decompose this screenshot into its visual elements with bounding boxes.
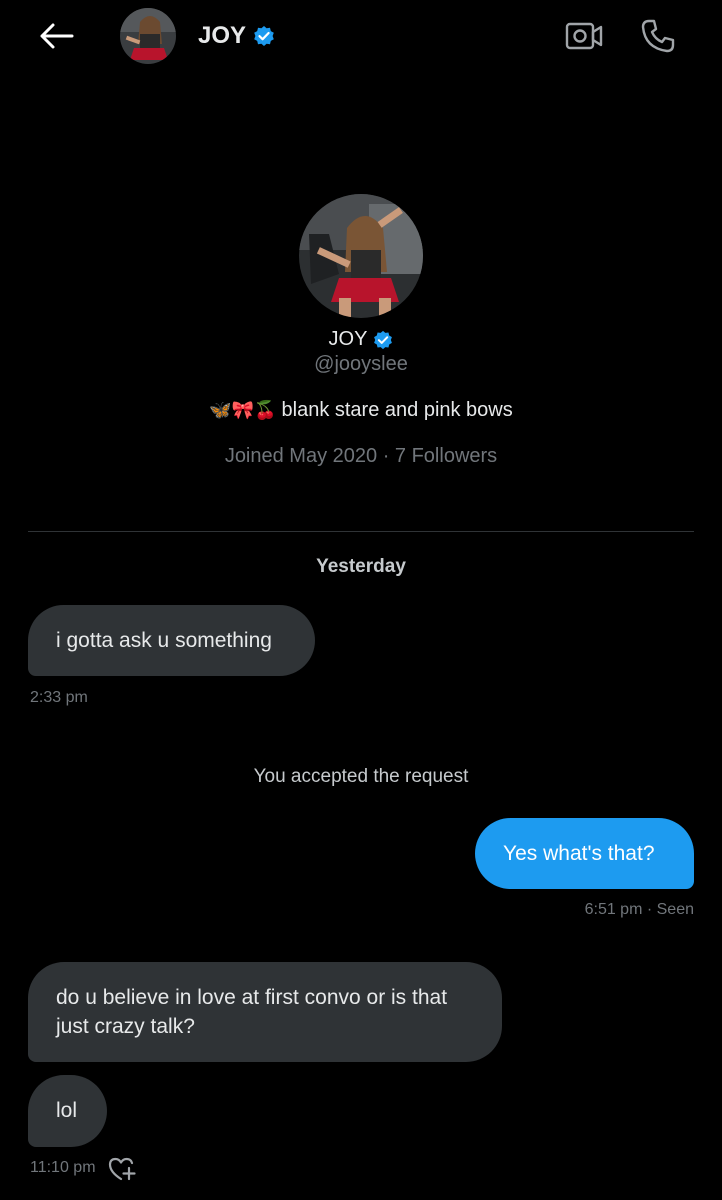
conversation-header: JOY [0, 0, 722, 80]
react-button[interactable] [106, 1153, 138, 1185]
profile-name: JOY [328, 328, 368, 350]
message-timestamp: 11:10 pm [30, 1159, 96, 1176]
arrow-left-icon [40, 23, 74, 49]
bio-emojis: 🦋🎀🍒 [209, 400, 277, 420]
avatar[interactable] [120, 8, 176, 64]
message-text: lol [56, 1099, 78, 1122]
profile-name-row: JOY [0, 328, 722, 351]
message-bubble-incoming[interactable]: lol [28, 1075, 107, 1147]
contact-name-row[interactable]: JOY [198, 22, 275, 50]
date-separator: Yesterday [316, 556, 406, 577]
message-timestamp-seen: 6:51 pm · Seen [584, 901, 694, 918]
profile-summary: JOY @jooyslee 🦋🎀🍒 blank stare and pink b… [0, 194, 722, 468]
message-bubble-outgoing[interactable]: Yes what's that? [475, 818, 694, 889]
message-bubble-incoming[interactable]: i gotta ask u something [28, 605, 315, 676]
joined-followers: Joined May 2020 · 7 Followers [224, 445, 498, 467]
verified-badge-icon [374, 330, 393, 349]
bio-text: blank stare and pink bows [281, 399, 513, 421]
phone-icon [641, 19, 675, 53]
message-bubble-incoming[interactable]: do u believe in love at first convo or i… [28, 962, 502, 1062]
message-timestamp: 2:33 pm [30, 689, 88, 706]
profile-handle[interactable]: @jooyslee [0, 353, 722, 376]
video-call-icon [565, 22, 603, 50]
system-message: You accepted the request [253, 766, 469, 787]
profile-avatar[interactable] [299, 194, 423, 318]
header-actions [562, 14, 680, 58]
divider [28, 531, 694, 532]
profile-bio: 🦋🎀🍒 blank stare and pink bows [0, 399, 722, 422]
message-text: Yes what's that? [503, 842, 655, 865]
heart-plus-icon [108, 1157, 136, 1181]
message-text: i gotta ask u something [56, 629, 272, 652]
verified-badge-icon [254, 26, 274, 46]
video-call-button[interactable] [562, 14, 606, 58]
voice-call-button[interactable] [636, 14, 680, 58]
contact-name: JOY [198, 22, 247, 49]
message-text: do u believe in love at first convo or i… [56, 986, 448, 1038]
back-button[interactable] [34, 16, 78, 56]
